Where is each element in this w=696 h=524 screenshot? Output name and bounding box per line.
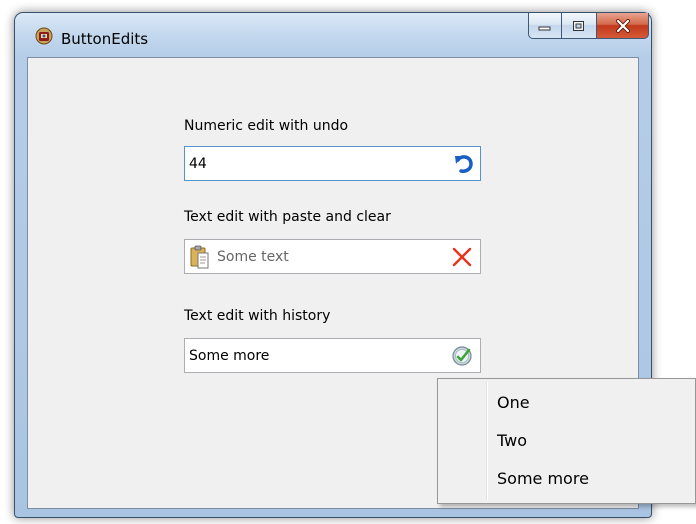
history-edit[interactable]: [184, 338, 481, 373]
history-icon[interactable]: [450, 344, 474, 368]
minimize-icon: [538, 26, 551, 30]
clipboard-paste-icon[interactable]: [189, 245, 211, 269]
window-title: ButtonEdits: [61, 30, 149, 48]
history-item-label: One: [497, 393, 530, 412]
numeric-edit-label: Numeric edit with undo: [184, 118, 349, 134]
numeric-input[interactable]: [189, 147, 439, 180]
history-item-some-more[interactable]: Some more: [441, 461, 691, 497]
maximize-button[interactable]: [562, 13, 597, 39]
history-input[interactable]: [189, 339, 439, 372]
app-icon[interactable]: [35, 27, 53, 45]
caption-buttons: [528, 13, 649, 41]
close-button[interactable]: [597, 13, 649, 39]
close-icon: [615, 18, 630, 33]
undo-icon[interactable]: [452, 152, 476, 176]
history-item-label: Two: [497, 431, 527, 450]
numeric-edit[interactable]: [184, 146, 481, 181]
paste-clear-label: Text edit with paste and clear: [184, 209, 391, 225]
history-item-one[interactable]: One: [441, 385, 691, 421]
clear-x-icon[interactable]: [450, 245, 474, 269]
minimize-button[interactable]: [528, 13, 562, 39]
maximize-icon: [573, 20, 584, 31]
paste-clear-edit[interactable]: [184, 239, 481, 274]
history-item-label: Some more: [497, 469, 589, 488]
paste-clear-input[interactable]: [217, 240, 437, 273]
history-item-two[interactable]: Two: [441, 423, 691, 459]
history-edit-label: Text edit with history: [184, 308, 331, 324]
history-dropdown-menu: One Two Some more: [437, 378, 696, 504]
